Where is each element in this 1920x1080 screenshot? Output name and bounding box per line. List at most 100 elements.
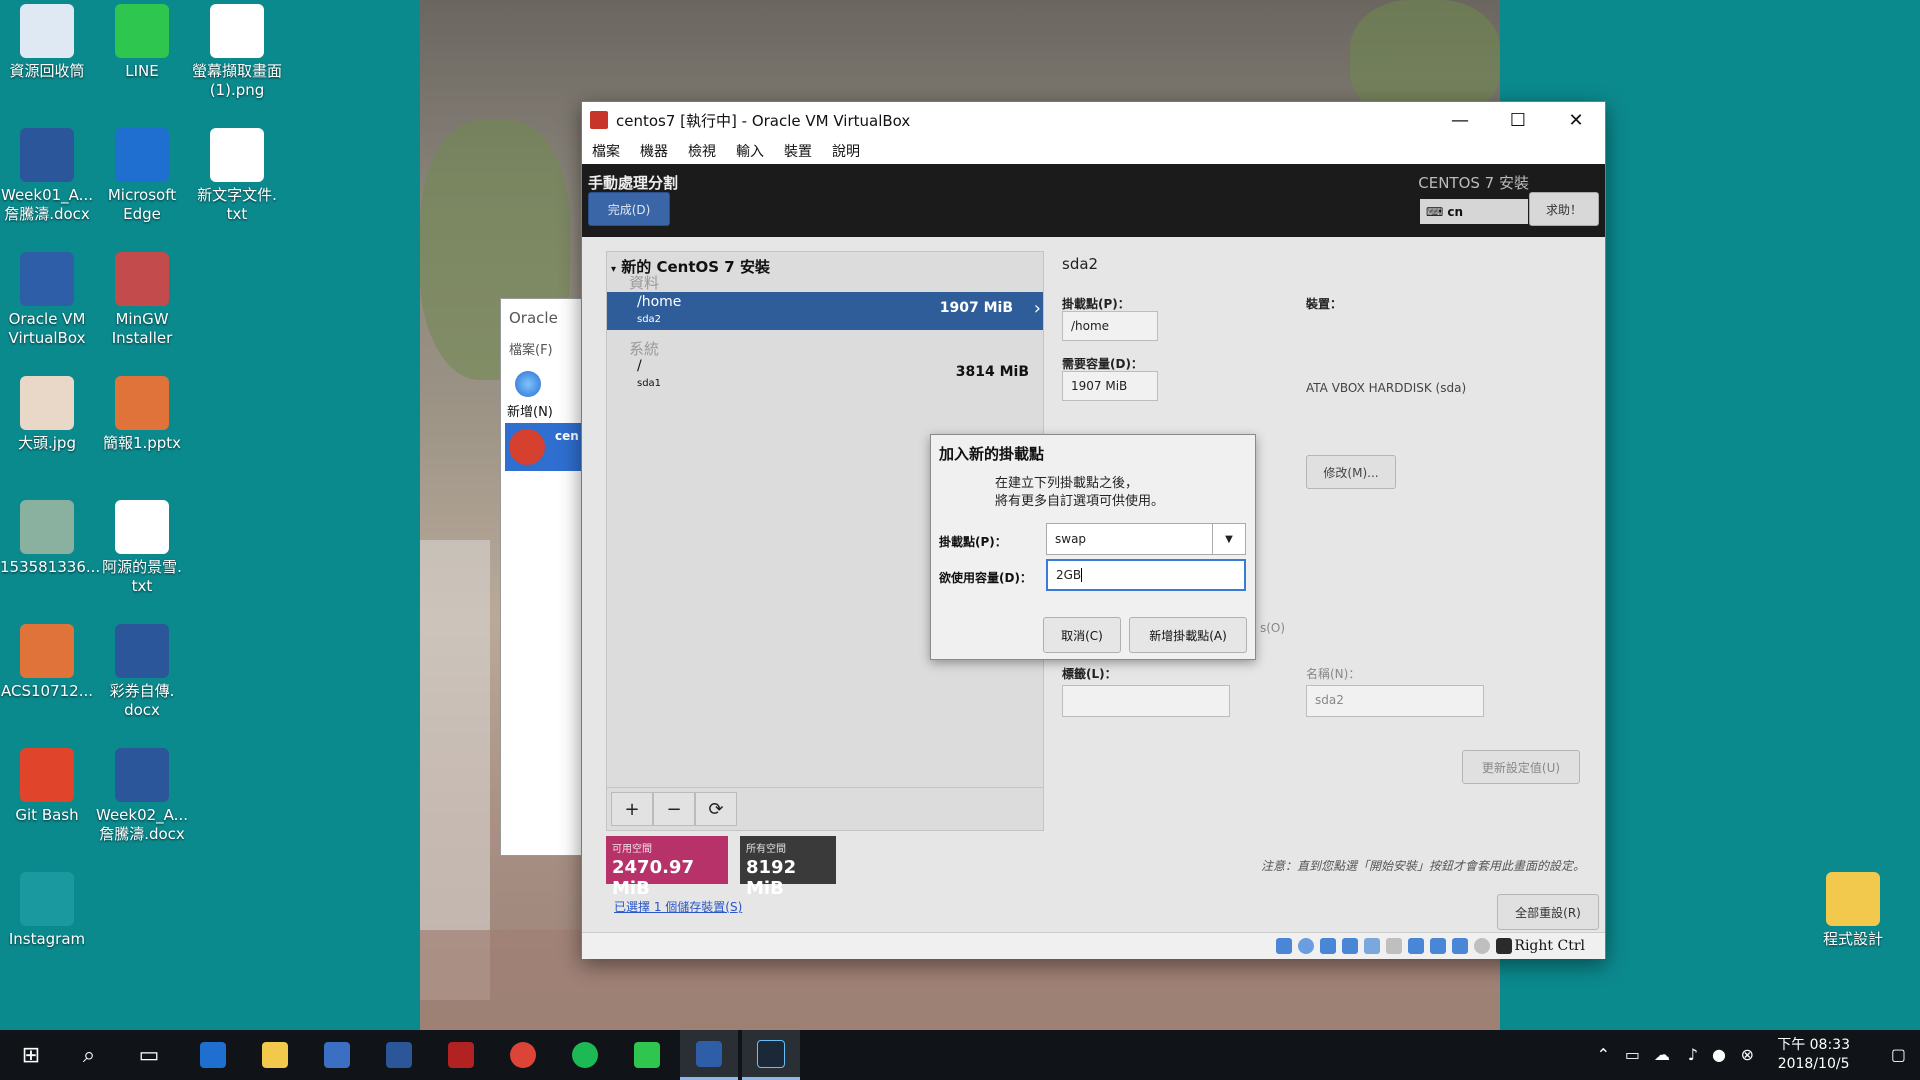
audio-icon[interactable] xyxy=(1320,938,1336,954)
desktop-icon[interactable]: Week01_A... 詹騰濤.docx xyxy=(0,128,94,224)
refresh-button[interactable]: ⟳ xyxy=(695,792,737,826)
minimize-button[interactable]: — xyxy=(1431,102,1489,138)
available-space-value: 2470.97 MiB xyxy=(612,857,694,899)
virtualbox-manager-window[interactable]: Oracle 檔案(F) 新增(N) cen xyxy=(500,298,582,856)
menu-item[interactable]: 輸入 xyxy=(726,138,774,161)
hard-disk-icon[interactable] xyxy=(1276,938,1292,954)
remove-partition-button[interactable]: − xyxy=(653,792,695,826)
visual-studio-icon[interactable] xyxy=(308,1030,366,1080)
image-file-icon xyxy=(210,4,264,58)
optical-drive-icon[interactable] xyxy=(1298,938,1314,954)
onedrive-icon[interactable]: ☁ xyxy=(1654,1045,1670,1064)
vm-list-item[interactable]: cen xyxy=(505,423,581,471)
selected-storage-link[interactable]: 已選擇 1 個儲存裝置(S) xyxy=(614,898,742,915)
folder-icon xyxy=(1826,872,1880,926)
new-vm-button[interactable]: 新增(N) xyxy=(507,401,553,420)
mount-point-field[interactable]: /home xyxy=(1062,311,1158,341)
menu-item[interactable]: 說明 xyxy=(822,138,870,161)
name-field[interactable]: sda2 xyxy=(1306,685,1484,717)
dialog-description: 在建立下列掛載點之後， 將有更多自訂選項可供使用。 xyxy=(995,475,1164,511)
manager-menu-file[interactable]: 檔案(F) xyxy=(509,339,553,358)
usb-icon[interactable] xyxy=(1364,938,1380,954)
desktop-icon-label: Week01_A... 詹騰濤.docx xyxy=(1,186,93,223)
file-explorer-icon[interactable] xyxy=(246,1030,304,1080)
capacity-input[interactable]: 2GB​ xyxy=(1046,559,1246,591)
keyboard-icon: ⌨ xyxy=(1426,204,1444,219)
taskbar-virtualbox-icon[interactable] xyxy=(680,1030,738,1080)
desktop-icon[interactable]: Git Bash xyxy=(0,748,94,825)
menu-item[interactable]: 檢視 xyxy=(678,138,726,161)
spotify-icon[interactable] xyxy=(556,1030,614,1080)
partition-row-root[interactable]: / sda1 3814 MiB xyxy=(607,356,1043,400)
taskbar-word-icon[interactable] xyxy=(370,1030,428,1080)
desktop-icon-label: Instagram xyxy=(8,930,86,948)
video-capture-icon[interactable] xyxy=(1430,938,1446,954)
taskbar-edge-icon[interactable] xyxy=(184,1030,242,1080)
chrome-icon[interactable] xyxy=(494,1030,552,1080)
keyboard-capture-icon[interactable] xyxy=(1496,938,1512,954)
capacity-field[interactable]: 1907 MiB xyxy=(1062,371,1158,401)
start-button[interactable]: ⊞ xyxy=(2,1030,60,1080)
desktop-icon[interactable]: Microsoft Edge xyxy=(95,128,189,224)
reset-all-button[interactable]: 全部重設(R) xyxy=(1497,894,1599,930)
maximize-button[interactable]: ☐ xyxy=(1489,102,1547,138)
network-icon[interactable] xyxy=(1342,938,1358,954)
task-view-icon[interactable]: ▭ xyxy=(120,1030,178,1080)
tag-field[interactable] xyxy=(1062,685,1230,717)
tray-app-icon[interactable]: ● xyxy=(1712,1045,1726,1064)
partition-row-home[interactable]: /home sda2 1907 MiB › xyxy=(607,292,1043,330)
system-clock[interactable]: 下午 08:33 2018/10/5 xyxy=(1777,1036,1850,1074)
shared-folder-icon[interactable] xyxy=(1386,938,1402,954)
search-icon[interactable]: ⌕ xyxy=(60,1030,118,1080)
mingw-installer-icon xyxy=(115,252,169,306)
update-settings-button[interactable]: 更新設定值(U) xyxy=(1462,750,1580,784)
desktop-icon[interactable]: MinGW Installer xyxy=(95,252,189,348)
desktop-icon[interactable]: 新文字文件. txt xyxy=(190,128,284,224)
desktop-icon-label: 大頭.jpg xyxy=(18,434,76,452)
text-caret: ​ xyxy=(1081,568,1083,582)
add-mount-point-button[interactable]: 新增掛載點(A) xyxy=(1129,617,1247,653)
desktop-icon[interactable]: 阿源的景雪. txt xyxy=(95,500,189,596)
desktop-icon[interactable]: ACS10712... xyxy=(0,624,94,701)
desktop-icon[interactable]: 螢幕擷取畫面 (1).png xyxy=(190,4,284,100)
desktop-icon[interactable]: 153581336... xyxy=(0,500,100,577)
desktop-icon[interactable]: 彩券自傳. docx xyxy=(95,624,189,720)
desktop-icon-label: Oracle VM VirtualBox xyxy=(8,310,86,347)
add-partition-button[interactable]: + xyxy=(611,792,653,826)
tray-close-icon[interactable]: ⊗ xyxy=(1741,1045,1754,1064)
powerpoint-file-icon xyxy=(20,624,74,678)
desktop-icon[interactable]: 資源回收筒 xyxy=(0,4,94,81)
menu-item[interactable]: 裝置 xyxy=(774,138,822,161)
close-button[interactable]: ✕ xyxy=(1547,102,1605,138)
keyboard-layout-indicator[interactable]: ⌨ cn xyxy=(1420,199,1528,224)
cpu-icon[interactable] xyxy=(1452,938,1468,954)
display-icon[interactable] xyxy=(1408,938,1424,954)
desktop-icon[interactable]: 程式設計 xyxy=(1806,872,1900,949)
chevron-up-icon[interactable]: ⌃ xyxy=(1597,1045,1610,1064)
desktop-icon[interactable]: Week02_A... 詹騰濤.docx xyxy=(95,748,189,844)
page-title: 手動處理分割 xyxy=(588,174,679,192)
desktop-icon[interactable]: 簡報1.pptx xyxy=(95,376,189,453)
done-button[interactable]: 完成(D) xyxy=(588,192,670,226)
mount-point-combobox[interactable]: swap ▼ xyxy=(1046,523,1246,555)
menu-item[interactable]: 檔案 xyxy=(582,138,630,161)
desktop-icon[interactable]: 大頭.jpg xyxy=(0,376,94,453)
help-button[interactable]: 求助！ xyxy=(1529,192,1599,226)
taskbar-line-icon[interactable] xyxy=(618,1030,676,1080)
volume-icon[interactable]: ♪ xyxy=(1688,1045,1698,1064)
desktop-icon[interactable]: Instagram xyxy=(0,872,94,949)
modify-button[interactable]: 修改(M)... xyxy=(1306,455,1396,489)
window-titlebar[interactable]: centos7 [執行中] - Oracle VM VirtualBox — ☐… xyxy=(582,102,1605,138)
mount-point-value: swap xyxy=(1055,532,1087,546)
steam-icon[interactable] xyxy=(742,1030,800,1080)
battery-icon[interactable]: ▭ xyxy=(1625,1045,1640,1064)
chevron-down-icon[interactable]: ▼ xyxy=(1212,524,1245,554)
menu-item[interactable]: 機器 xyxy=(630,138,678,161)
desktop-icon[interactable]: LINE xyxy=(95,4,189,81)
notification-icon[interactable]: ▢ xyxy=(1891,1045,1906,1064)
mouse-integration-icon[interactable] xyxy=(1474,938,1490,954)
msi-dragon-icon[interactable] xyxy=(432,1030,490,1080)
total-space-value: 8192 MiB xyxy=(746,857,797,899)
desktop-icon[interactable]: Oracle VM VirtualBox xyxy=(0,252,94,348)
cancel-button[interactable]: 取消(C) xyxy=(1043,617,1121,653)
